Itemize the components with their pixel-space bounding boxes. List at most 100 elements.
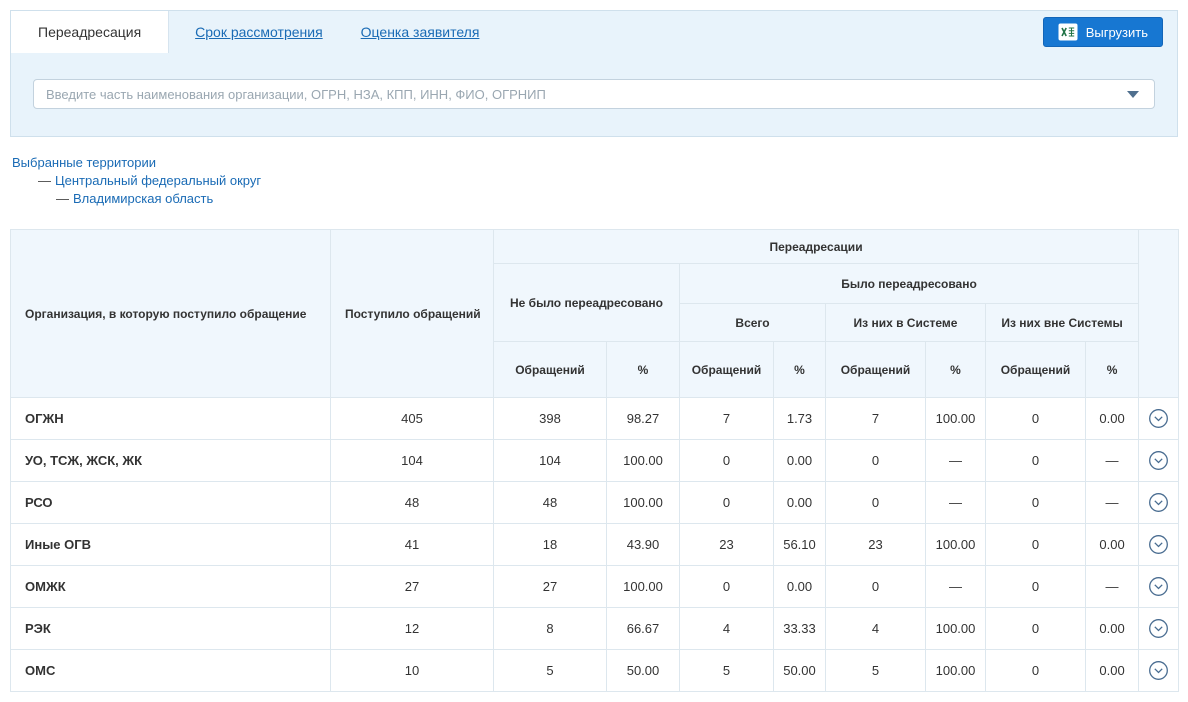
- chevron-down-circle-icon: [1148, 450, 1169, 471]
- organization-cell: РСО: [11, 482, 331, 524]
- territory-link-region[interactable]: Владимирская область: [73, 191, 213, 206]
- value-cell: 0: [826, 566, 926, 608]
- value-cell: —: [1086, 440, 1139, 482]
- col-header-percent: %: [1086, 342, 1139, 398]
- col-header-organization: Организация, в которую поступило обращен…: [11, 230, 331, 398]
- value-cell: 100.00: [607, 566, 680, 608]
- value-cell: 48: [494, 482, 607, 524]
- value-cell: —: [926, 440, 986, 482]
- page: Переадресация Срок рассмотрения Оценка з…: [0, 0, 1188, 702]
- value-cell: 48: [331, 482, 494, 524]
- value-cell: 100.00: [926, 524, 986, 566]
- expand-row-button[interactable]: [1139, 398, 1178, 439]
- expand-cell: [1139, 440, 1179, 482]
- organization-cell: ОГЖН: [11, 398, 331, 440]
- redirections-table: Организация, в которую поступило обращен…: [10, 229, 1179, 692]
- tab-applicant-rating[interactable]: Оценка заявителя: [361, 11, 480, 53]
- col-header-percent: %: [607, 342, 680, 398]
- expand-row-button[interactable]: [1139, 650, 1178, 691]
- value-cell: —: [1086, 566, 1139, 608]
- value-cell: 8: [494, 608, 607, 650]
- value-cell: 0: [986, 440, 1086, 482]
- value-cell: 104: [494, 440, 607, 482]
- col-header-total: Всего: [680, 304, 826, 342]
- export-button[interactable]: Выгрузить: [1043, 17, 1163, 47]
- organization-cell: РЭК: [11, 608, 331, 650]
- value-cell: 98.27: [607, 398, 680, 440]
- territory-dash: —: [38, 173, 51, 188]
- value-cell: 50.00: [607, 650, 680, 692]
- table-row: РСО4848100.0000.000—0—: [11, 482, 1179, 524]
- expand-row-button[interactable]: [1139, 608, 1178, 649]
- value-cell: 0: [680, 566, 774, 608]
- organization-cell: ОМС: [11, 650, 331, 692]
- organization-cell: ОМЖК: [11, 566, 331, 608]
- value-cell: 50.00: [774, 650, 826, 692]
- value-cell: 405: [331, 398, 494, 440]
- table-row: Иные ОГВ411843.902356.1023100.0000.00: [11, 524, 1179, 566]
- chevron-down-circle-icon: [1148, 576, 1169, 597]
- organization-search-input[interactable]: [33, 79, 1155, 109]
- col-header-in-system: Из них в Системе: [826, 304, 986, 342]
- value-cell: 23: [680, 524, 774, 566]
- col-header-percent: %: [774, 342, 826, 398]
- tab-bar: Переадресация Срок рассмотрения Оценка з…: [11, 11, 1177, 53]
- value-cell: 0: [986, 524, 1086, 566]
- table-row: УО, ТСЖ, ЖСК, ЖК104104100.0000.000—0—: [11, 440, 1179, 482]
- value-cell: 0.00: [774, 566, 826, 608]
- value-cell: 10: [331, 650, 494, 692]
- expand-row-button[interactable]: [1139, 482, 1178, 523]
- filter-panel: Переадресация Срок рассмотрения Оценка з…: [10, 10, 1178, 137]
- col-header-redirections: Переадресации: [494, 230, 1139, 264]
- expand-cell: [1139, 482, 1179, 524]
- col-header-expand: [1139, 230, 1179, 398]
- col-header-redirected: Было переадресовано: [680, 264, 1139, 304]
- value-cell: 0: [986, 608, 1086, 650]
- expand-row-button[interactable]: [1139, 524, 1178, 565]
- col-header-percent: %: [926, 342, 986, 398]
- value-cell: 0.00: [1086, 650, 1139, 692]
- table-row: ОГЖН40539898.2771.737100.0000.00: [11, 398, 1179, 440]
- expand-cell: [1139, 608, 1179, 650]
- value-cell: 0: [986, 398, 1086, 440]
- tab-redirection[interactable]: Переадресация: [11, 11, 169, 53]
- tab-review-period[interactable]: Срок рассмотрения: [195, 11, 323, 53]
- territory-link-federal-district[interactable]: Центральный федеральный округ: [55, 173, 261, 188]
- expand-row-button[interactable]: [1139, 566, 1178, 607]
- organization-cell: УО, ТСЖ, ЖСК, ЖК: [11, 440, 331, 482]
- col-header-appeals: Обращений: [986, 342, 1086, 398]
- value-cell: 100.00: [607, 440, 680, 482]
- value-cell: 27: [494, 566, 607, 608]
- value-cell: 0: [680, 440, 774, 482]
- value-cell: 43.90: [607, 524, 680, 566]
- value-cell: —: [926, 566, 986, 608]
- value-cell: 0.00: [1086, 608, 1139, 650]
- export-button-label: Выгрузить: [1086, 25, 1148, 40]
- expand-cell: [1139, 398, 1179, 440]
- col-header-not-redirected: Не было переадресовано: [494, 264, 680, 342]
- value-cell: 5: [680, 650, 774, 692]
- value-cell: 100.00: [926, 608, 986, 650]
- expand-cell: [1139, 650, 1179, 692]
- value-cell: 4: [680, 608, 774, 650]
- search-dropdown-caret-icon[interactable]: [1127, 91, 1139, 98]
- value-cell: 18: [494, 524, 607, 566]
- value-cell: 100.00: [926, 398, 986, 440]
- search-area: [11, 53, 1177, 136]
- table-row: РЭК12866.67433.334100.0000.00: [11, 608, 1179, 650]
- expand-cell: [1139, 566, 1179, 608]
- expand-cell: [1139, 524, 1179, 566]
- chevron-down-circle-icon: [1148, 534, 1169, 555]
- value-cell: 100.00: [926, 650, 986, 692]
- value-cell: 7: [826, 398, 926, 440]
- value-cell: 0.00: [1086, 398, 1139, 440]
- col-header-appeals: Обращений: [494, 342, 607, 398]
- expand-row-button[interactable]: [1139, 440, 1178, 481]
- table-row: ОМЖК2727100.0000.000—0—: [11, 566, 1179, 608]
- col-header-outside-system: Из них вне Системы: [986, 304, 1139, 342]
- excel-icon: [1058, 23, 1078, 41]
- organization-cell: Иные ОГВ: [11, 524, 331, 566]
- value-cell: 0: [986, 650, 1086, 692]
- value-cell: 0: [986, 482, 1086, 524]
- territories-title[interactable]: Выбранные территории: [12, 155, 156, 170]
